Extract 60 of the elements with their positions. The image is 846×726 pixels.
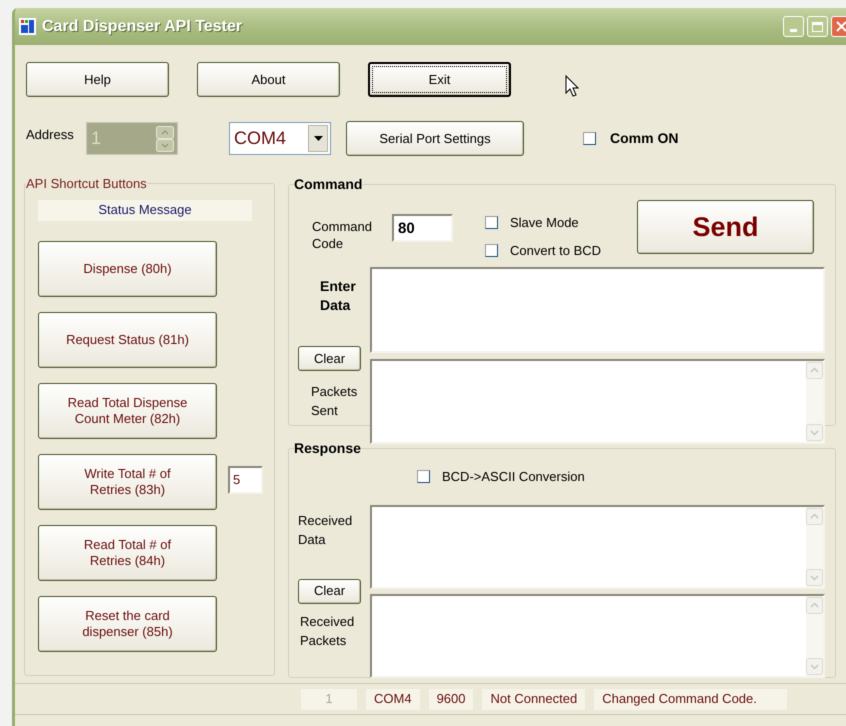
address-label: Address bbox=[26, 126, 75, 144]
shortcut-button[interactable]: Write Total # of Retries (83h) bbox=[38, 454, 217, 510]
maximize-button[interactable] bbox=[807, 16, 828, 37]
scrollbar[interactable] bbox=[806, 596, 823, 676]
checkbox[interactable] bbox=[485, 216, 498, 230]
send-button[interactable]: Send bbox=[637, 200, 814, 254]
group-title: API Shortcut Buttons bbox=[26, 175, 147, 193]
minimize-button[interactable] bbox=[783, 16, 804, 37]
clear-button[interactable]: Clear bbox=[298, 578, 361, 604]
toolbar-button[interactable]: About bbox=[197, 62, 340, 97]
toolbar-button[interactable]: Exit bbox=[368, 62, 511, 97]
scrollbar[interactable] bbox=[806, 361, 823, 442]
close-icon[interactable] bbox=[836, 21, 846, 32]
scrollbar[interactable] bbox=[806, 506, 823, 586]
command-code-field[interactable]: 80 bbox=[392, 214, 453, 242]
checkbox[interactable] bbox=[417, 470, 430, 484]
shortcut-button[interactable]: Request Status (81h) bbox=[38, 312, 217, 368]
shortcut-button[interactable]: Dispense (80h) bbox=[38, 240, 217, 296]
scroll-down-icon[interactable] bbox=[806, 658, 823, 674]
shortcut-button[interactable]: Read Total Dispense Count Meter (82h) bbox=[38, 382, 217, 438]
comm-on-label: Comm ON bbox=[610, 129, 678, 148]
window-title: Card Dispenser API Tester bbox=[42, 16, 242, 36]
status-cell: 1 bbox=[301, 688, 357, 710]
status-cell: Not Connected bbox=[482, 688, 586, 710]
dropdown-caret-icon[interactable] bbox=[314, 136, 322, 141]
received-data-label: Received Data bbox=[298, 512, 354, 548]
option-label: Convert to BCD bbox=[510, 242, 602, 260]
app-icon bbox=[19, 18, 36, 35]
group-title: Response bbox=[294, 439, 361, 458]
status-cell: 9600 bbox=[428, 688, 474, 710]
scroll-up-icon[interactable] bbox=[806, 362, 823, 379]
option-label: Slave Mode bbox=[510, 214, 579, 232]
checkbox[interactable] bbox=[583, 132, 596, 145]
mouse-cursor-icon bbox=[565, 75, 579, 97]
scroll-down-icon[interactable] bbox=[806, 424, 823, 441]
received-data-field[interactable] bbox=[370, 504, 825, 588]
close-button[interactable] bbox=[831, 16, 846, 37]
enter-data-label: Enter Data bbox=[320, 277, 357, 315]
checkbox[interactable] bbox=[485, 244, 498, 257]
scroll-down-icon[interactable] bbox=[806, 568, 823, 586]
toolbar-button[interactable]: Help bbox=[26, 62, 169, 97]
port-select[interactable]: COM4 bbox=[229, 122, 331, 155]
serial-port-settings-button[interactable]: Serial Port Settings bbox=[346, 121, 524, 156]
packets-sent-label: Packets Sent bbox=[311, 383, 358, 420]
shortcut-button[interactable]: Read Total # of Retries (84h) bbox=[38, 524, 217, 580]
enter-data-field[interactable] bbox=[370, 267, 825, 353]
status-message: Status Message bbox=[38, 200, 252, 220]
conversion-label: BCD->ASCII Conversion bbox=[442, 468, 585, 486]
group-title: Command bbox=[294, 175, 362, 194]
scroll-up-icon[interactable] bbox=[806, 508, 823, 524]
received-packets-field[interactable] bbox=[370, 594, 825, 678]
packets-sent-field[interactable] bbox=[370, 359, 825, 444]
received-packets-label: Received Packets bbox=[300, 612, 356, 650]
status-cell: COM4 bbox=[366, 688, 420, 710]
scroll-up-icon[interactable] bbox=[806, 596, 823, 614]
retries-field[interactable]: 5 bbox=[228, 466, 263, 494]
status-cell: Changed Command Code. bbox=[594, 688, 788, 710]
command-code-label: Command Code bbox=[312, 218, 373, 252]
shortcut-button[interactable]: Reset the card dispenser (85h) bbox=[38, 596, 217, 652]
clear-button[interactable]: Clear bbox=[298, 346, 361, 371]
